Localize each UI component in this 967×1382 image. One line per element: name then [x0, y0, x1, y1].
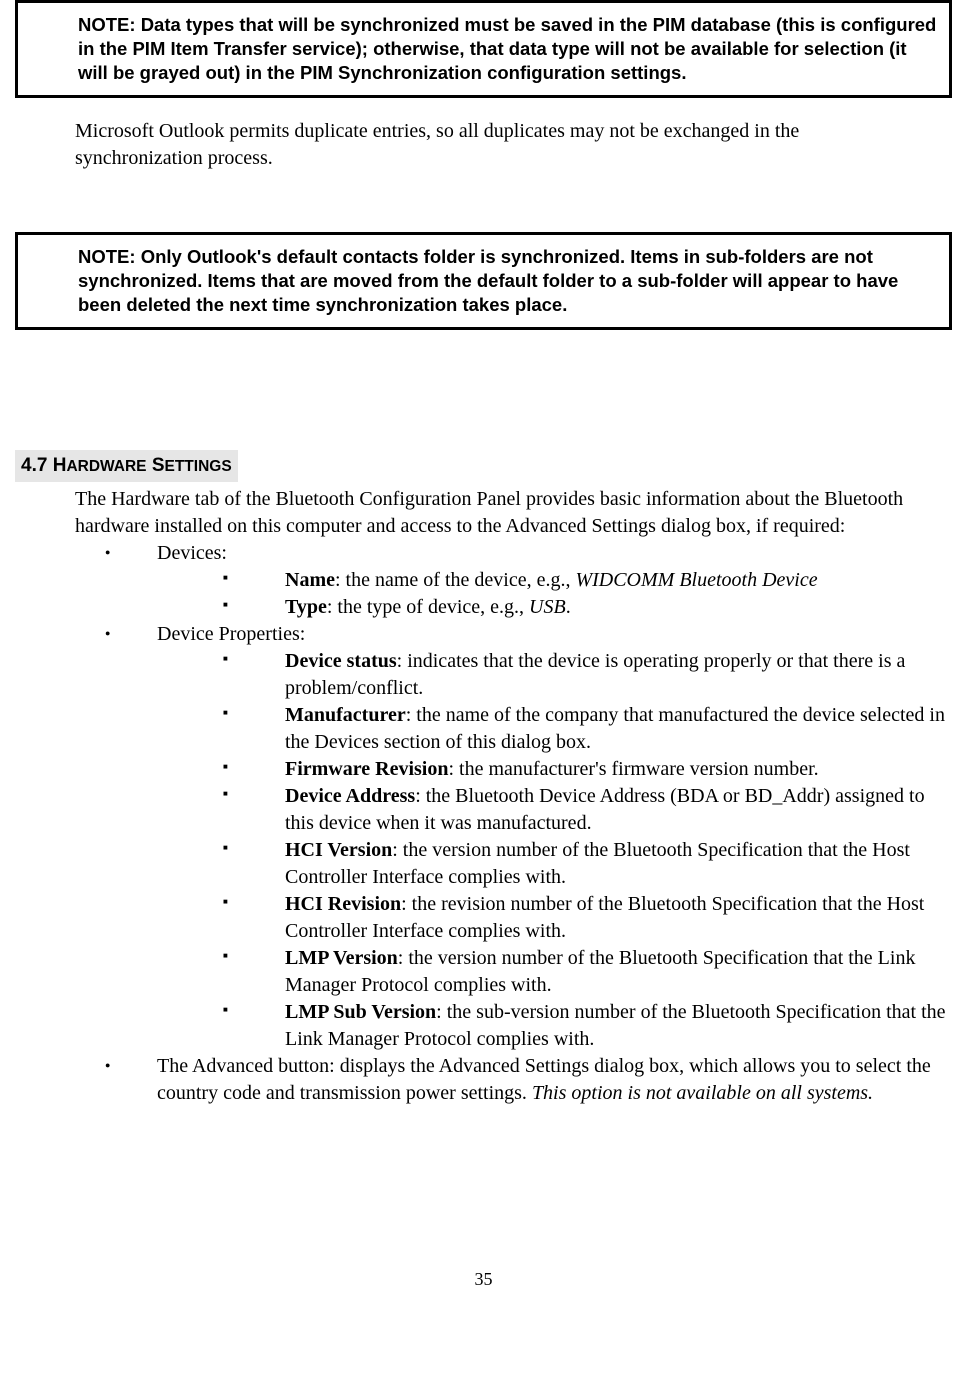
note-box-pim: NOTE: Data types that will be synchroniz…: [15, 0, 952, 98]
note-text-pim: NOTE: Data types that will be synchroniz…: [78, 13, 939, 85]
list-item-devices: Devices: Name: the name of the device, e…: [105, 540, 952, 621]
list-item-hci-version: HCI Version: the version number of the B…: [223, 837, 952, 891]
list-item-lmp-version: LMP Version: the version number of the B…: [223, 945, 952, 999]
list-item-device-properties: Device Properties: Device status: indica…: [105, 621, 952, 1053]
note-box-outlook-folder: NOTE: Only Outlook's default contacts fo…: [15, 232, 952, 330]
list-item-name: Name: the name of the device, e.g., WIDC…: [223, 567, 952, 594]
paragraph-outlook-duplicates: Microsoft Outlook permits duplicate entr…: [75, 118, 922, 172]
list-item-advanced-button: The Advanced button: displays the Advanc…: [105, 1053, 952, 1107]
list-item-type: Type: the type of device, e.g., USB.: [223, 594, 952, 621]
list-item-device-address: Device Address: the Bluetooth Device Add…: [223, 783, 952, 837]
section-intro: The Hardware tab of the Bluetooth Config…: [75, 486, 932, 540]
list-item-lmp-sub-version: LMP Sub Version: the sub-version number …: [223, 999, 952, 1053]
hardware-list: Devices: Name: the name of the device, e…: [105, 540, 952, 1107]
note-text-outlook-folder: NOTE: Only Outlook's default contacts fo…: [78, 245, 939, 317]
list-item-hci-revision: HCI Revision: the revision number of the…: [223, 891, 952, 945]
list-item-manufacturer: Manufacturer: the name of the company th…: [223, 702, 952, 756]
list-item-firmware: Firmware Revision: the manufacturer's fi…: [223, 756, 952, 783]
page-number: 35: [15, 1267, 952, 1291]
section-heading-hardware: 4.7 HARDWARE SETTINGS: [15, 450, 238, 482]
list-item-device-status: Device status: indicates that the device…: [223, 648, 952, 702]
